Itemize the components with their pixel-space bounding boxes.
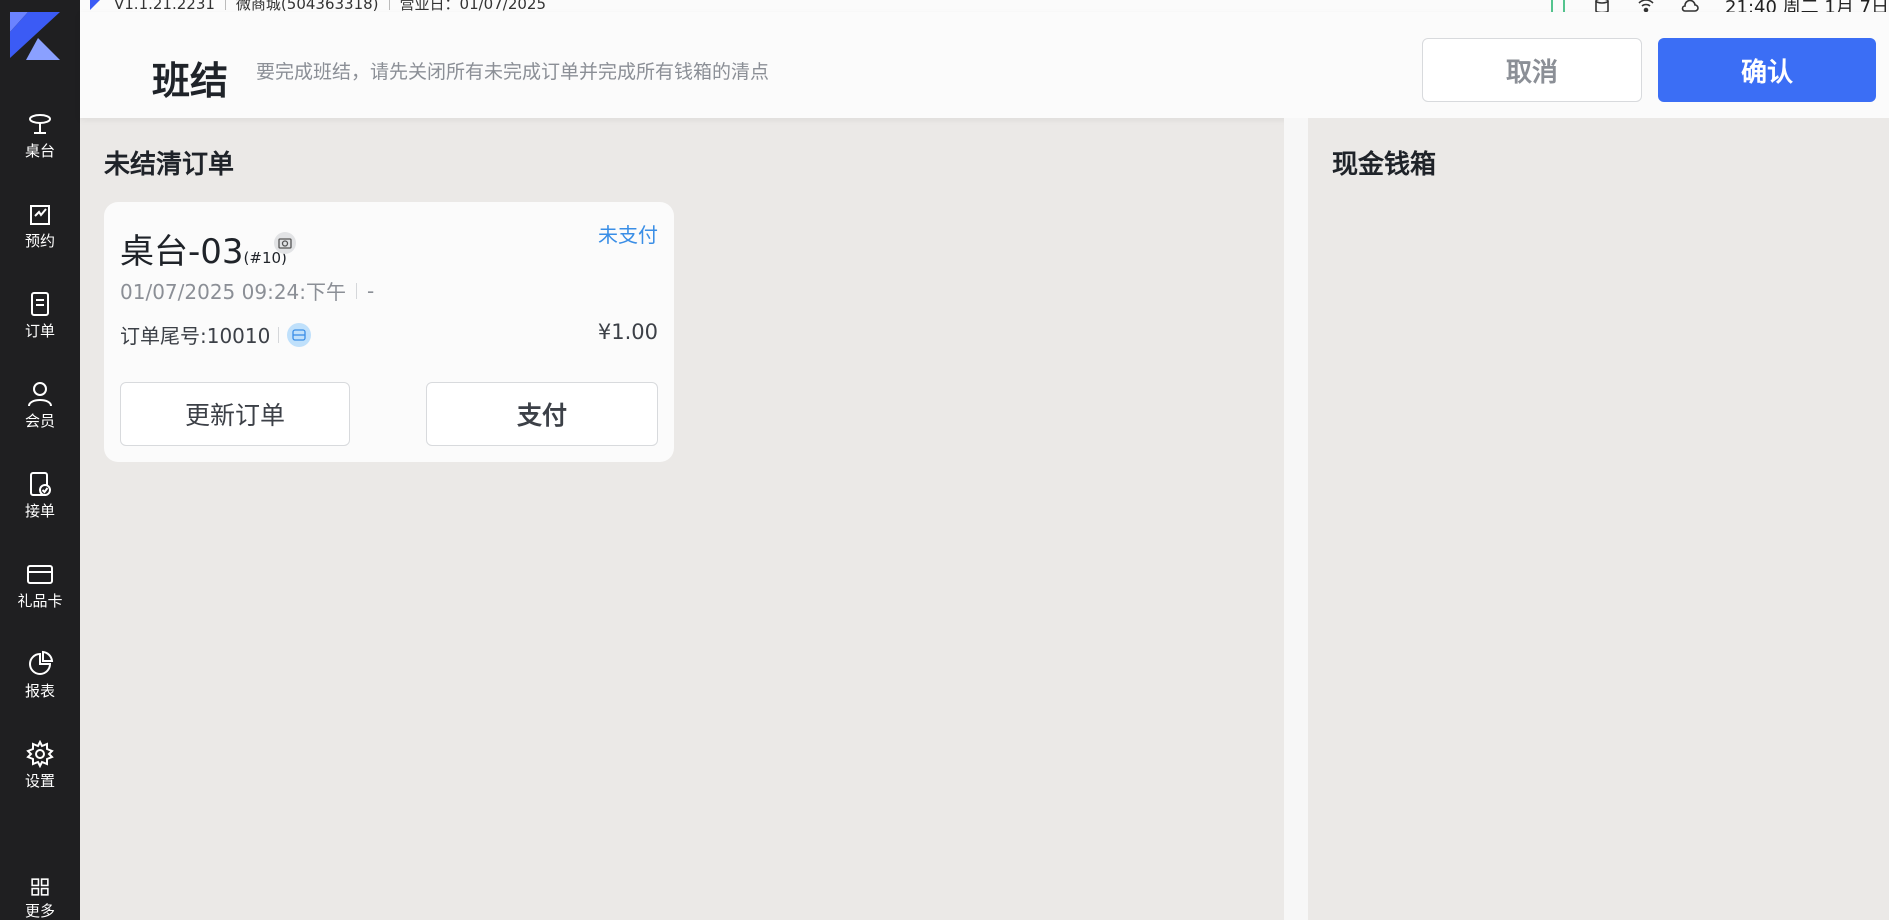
separator bbox=[388, 0, 390, 10]
confirm-button[interactable]: 确认 bbox=[1658, 38, 1876, 102]
sidebar-item-settings[interactable]: 设置 bbox=[0, 740, 80, 816]
sidebar-item-label: 礼品卡 bbox=[17, 592, 63, 610]
member-icon bbox=[28, 382, 52, 407]
settings-icon bbox=[26, 740, 54, 768]
sidebar-item-accept-order[interactable]: 接单 bbox=[0, 470, 80, 546]
cancel-button[interactable]: 取消 bbox=[1422, 38, 1642, 102]
grid-icon bbox=[31, 878, 49, 896]
order-time: 01/07/2025 09:24:下午 bbox=[120, 280, 347, 304]
sidebar-item-label: 接单 bbox=[24, 502, 55, 520]
update-order-button[interactable]: 更新订单 bbox=[120, 382, 350, 446]
separator bbox=[278, 326, 280, 343]
app-logo-icon bbox=[10, 12, 60, 60]
header: 班结 要完成班结，请先关闭所有未完成订单并完成所有钱箱的清点 取消 确认 bbox=[80, 12, 1889, 118]
app-version: V1.1.21.2231 bbox=[114, 0, 215, 13]
separator bbox=[224, 0, 226, 10]
order-time-row: 01/07/2025 09:24:下午 - bbox=[120, 276, 374, 305]
app-small-logo-icon bbox=[90, 0, 100, 10]
reservation-icon bbox=[30, 205, 50, 225]
sidebar-item-report[interactable]: 报表 bbox=[0, 650, 80, 726]
sidebar-item-label: 更多 bbox=[24, 902, 55, 920]
order-table-name: 桌台-03(#10) bbox=[120, 224, 287, 273]
page-subtitle: 要完成班结，请先关闭所有未完成订单并完成所有钱箱的清点 bbox=[256, 61, 770, 83]
dine-in-icon bbox=[274, 232, 296, 254]
status-bar: V1.1.21.2231 微商城(504363318) 营业日：01/07/20… bbox=[80, 0, 1889, 18]
sidebar-item-more[interactable]: 更多 bbox=[0, 876, 80, 920]
cash-drawer-title: 现金钱箱 bbox=[1332, 150, 1437, 180]
cash-drawer-panel bbox=[1308, 118, 1889, 920]
sidebar-item-table[interactable]: 桌台 bbox=[0, 110, 80, 186]
order-tail-row: 订单尾号:10010 bbox=[120, 320, 312, 349]
table-name: 桌台-03 bbox=[120, 232, 244, 272]
gift-card-icon bbox=[27, 565, 53, 584]
table-icon bbox=[29, 114, 51, 134]
accept-order-icon bbox=[30, 472, 51, 496]
sidebar-item-label: 设置 bbox=[24, 772, 55, 790]
sidebar-item-label: 报表 bbox=[24, 682, 55, 700]
sidebar-item-label: 预约 bbox=[24, 232, 55, 250]
sidebar-item-gift-card[interactable]: 礼品卡 bbox=[0, 560, 80, 636]
order-amount: ¥1.00 bbox=[597, 320, 658, 344]
separator bbox=[356, 282, 358, 299]
sidebar-item-member[interactable]: 会员 bbox=[0, 380, 80, 456]
report-icon bbox=[29, 650, 54, 675]
sidebar-item-reservation[interactable]: 预约 bbox=[0, 200, 80, 276]
unsettled-orders-title: 未结清订单 bbox=[104, 150, 235, 180]
sidebar-item-label: 订单 bbox=[24, 322, 55, 340]
pay-button[interactable]: 支付 bbox=[426, 382, 658, 446]
order-extra: - bbox=[367, 278, 375, 303]
order-icon bbox=[31, 292, 49, 316]
sidebar-item-label: 桌台 bbox=[24, 142, 55, 160]
sidebar-item-label: 会员 bbox=[24, 412, 55, 430]
panel-divider bbox=[1284, 118, 1308, 920]
payment-status: 未支付 bbox=[598, 223, 658, 247]
order-card[interactable]: 桌台-03(#10) 未支付 01/07/2025 09:24:下午 - 订单尾… bbox=[104, 202, 674, 462]
page-title: 班结 bbox=[152, 59, 229, 103]
order-tail-number: 订单尾号:10010 bbox=[120, 324, 271, 348]
sidebar: 桌台 预约 订单 会员 接单 礼品卡 报表 设置 更多 bbox=[0, 0, 80, 920]
sidebar-item-orders[interactable]: 订单 bbox=[0, 290, 80, 366]
pos-terminal-icon bbox=[287, 322, 312, 347]
